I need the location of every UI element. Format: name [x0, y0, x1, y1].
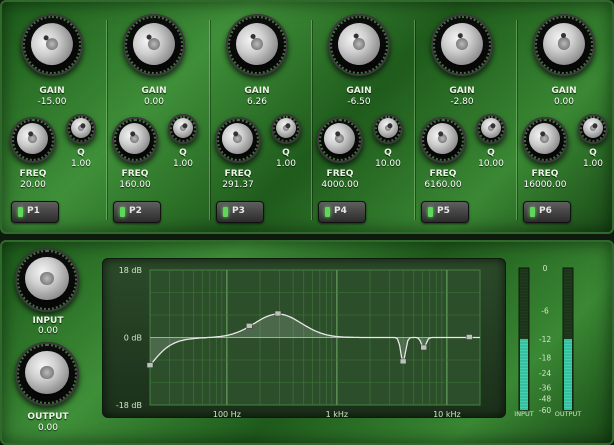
meter-scale-label: 0: [543, 264, 548, 273]
x-axis-label: 10 kHz: [433, 410, 461, 419]
band-2-handle[interactable]: [246, 323, 253, 329]
y-axis-label: 0 dB: [124, 334, 142, 343]
band-5-handle[interactable]: [420, 344, 427, 351]
meter-scale-label: -24: [539, 369, 551, 378]
meter-scale-label: -36: [539, 383, 551, 392]
eq-graph[interactable]: 18 dB 0 dB -18 dB 100 Hz 1 kHz 10 kHz 0 -6 -12 -1…: [0, 0, 614, 445]
band-4-handle[interactable]: [399, 358, 407, 365]
output-meter-level: [564, 339, 572, 410]
band-1-handle[interactable]: [146, 362, 154, 368]
meter-scale-label: -18: [539, 353, 551, 362]
input-meter-level: [520, 339, 528, 410]
band-3-handle[interactable]: [274, 310, 282, 317]
y-axis-label: 18 dB: [119, 266, 142, 275]
band-6-handle[interactable]: [466, 334, 473, 340]
meter-scale-label: -6: [541, 307, 549, 316]
input-meter-label: INPUT: [514, 410, 533, 418]
meter-scale-label: -12: [539, 335, 551, 344]
x-axis-label: 100 Hz: [213, 410, 241, 419]
meter-scale-label: -60: [539, 406, 551, 415]
x-axis-label: 1 kHz: [326, 410, 348, 419]
meter-scale-label: -48: [539, 395, 551, 404]
y-axis-label: -18 dB: [116, 401, 142, 410]
output-meter-label: OUTPUT: [555, 410, 582, 418]
